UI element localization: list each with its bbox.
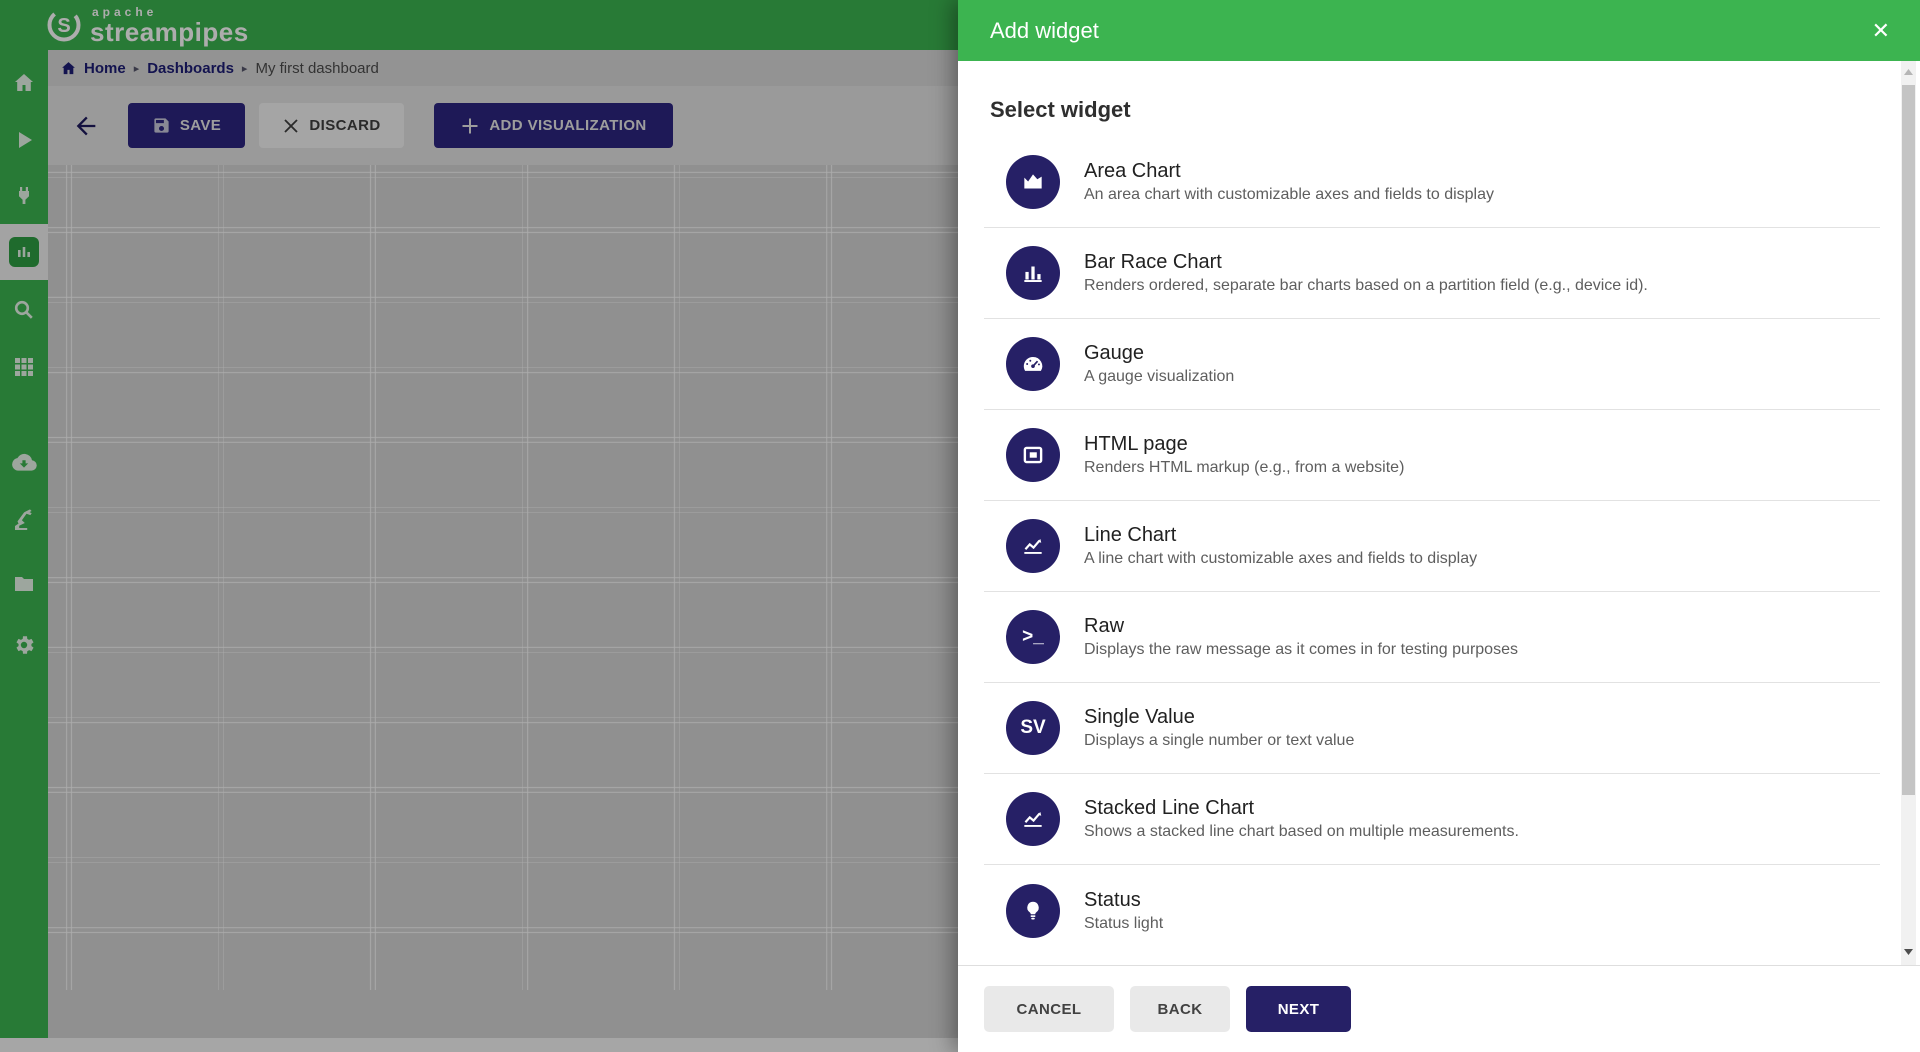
- single-value-icon: SV: [1006, 701, 1060, 755]
- dialog-footer: CANCEL BACK NEXT: [958, 965, 1920, 1052]
- widget-title: Line Chart: [1084, 524, 1477, 547]
- widget-title: Bar Race Chart: [1084, 251, 1648, 274]
- scroll-up-icon[interactable]: [1901, 63, 1916, 81]
- widget-description: Renders HTML markup (e.g., from a websit…: [1084, 459, 1404, 477]
- close-icon[interactable]: ✕: [1868, 16, 1894, 46]
- dialog-scrollbar[interactable]: [1901, 61, 1916, 965]
- line-chart-icon: [1006, 519, 1060, 573]
- widget-item-raw[interactable]: >_ Raw Displays the raw message as it co…: [984, 592, 1880, 683]
- widget-item-bar-race-chart[interactable]: Bar Race Chart Renders ordered, separate…: [984, 228, 1880, 319]
- widget-title: Status: [1084, 889, 1163, 912]
- widget-item-area-chart[interactable]: Area Chart An area chart with customizab…: [984, 137, 1880, 228]
- widget-description: Shows a stacked line chart based on mult…: [1084, 823, 1519, 841]
- widget-title: Area Chart: [1084, 160, 1494, 183]
- scroll-down-icon[interactable]: [1901, 943, 1916, 961]
- dialog-title: Add widget: [990, 18, 1868, 44]
- select-widget-heading: Select widget: [990, 97, 1920, 123]
- widget-title: Stacked Line Chart: [1084, 797, 1519, 820]
- widget-description: Displays a single number or text value: [1084, 732, 1354, 750]
- widget-title: Single Value: [1084, 706, 1354, 729]
- widget-list: Area Chart An area chart with customizab…: [984, 137, 1880, 956]
- widget-description: A line chart with customizable axes and …: [1084, 550, 1477, 568]
- widget-description: Status light: [1084, 915, 1163, 933]
- next-button[interactable]: NEXT: [1246, 986, 1351, 1032]
- lightbulb-icon: [1006, 884, 1060, 938]
- area-chart-icon: [1006, 155, 1060, 209]
- widget-description: Renders ordered, separate bar charts bas…: [1084, 277, 1648, 295]
- widget-description: An area chart with customizable axes and…: [1084, 186, 1494, 204]
- back-button-dialog[interactable]: BACK: [1130, 986, 1230, 1032]
- bar-race-chart-icon: [1006, 246, 1060, 300]
- gauge-icon: [1006, 337, 1060, 391]
- widget-item-line-chart[interactable]: Line Chart A line chart with customizabl…: [984, 501, 1880, 592]
- widget-item-html-page[interactable]: HTML page Renders HTML markup (e.g., fro…: [984, 410, 1880, 501]
- widget-item-stacked-line-chart[interactable]: Stacked Line Chart Shows a stacked line …: [984, 774, 1880, 865]
- cancel-button[interactable]: CANCEL: [984, 986, 1114, 1032]
- widget-description: Displays the raw message as it comes in …: [1084, 641, 1518, 659]
- widget-title: Gauge: [1084, 342, 1234, 365]
- widget-title: HTML page: [1084, 433, 1404, 456]
- widget-item-gauge[interactable]: Gauge A gauge visualization: [984, 319, 1880, 410]
- terminal-icon: >_: [1006, 610, 1060, 664]
- html-page-icon: [1006, 428, 1060, 482]
- scrollbar-thumb[interactable]: [1902, 85, 1915, 795]
- widget-item-single-value[interactable]: SV Single Value Displays a single number…: [984, 683, 1880, 774]
- widget-title: Raw: [1084, 615, 1518, 638]
- widget-item-status[interactable]: Status Status light: [984, 865, 1880, 956]
- dialog-header: Add widget ✕: [958, 0, 1920, 61]
- stacked-line-chart-icon: [1006, 792, 1060, 846]
- dialog-body: Select widget Area Chart An area chart w…: [958, 61, 1920, 965]
- widget-description: A gauge visualization: [1084, 368, 1234, 386]
- add-widget-dialog: Add widget ✕ Select widget Area Chart An…: [958, 0, 1920, 1052]
